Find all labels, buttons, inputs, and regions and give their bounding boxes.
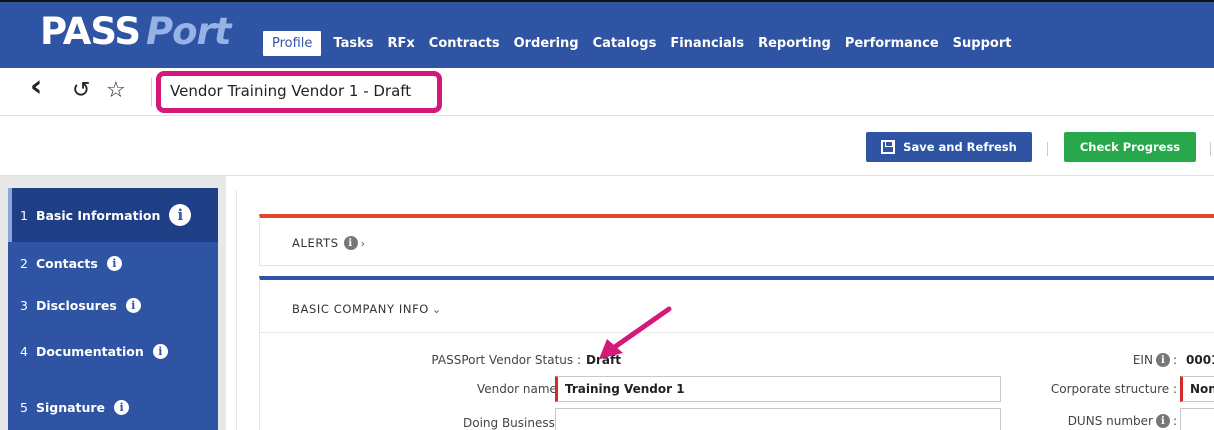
action-toolbar: Save and Refresh Check Progress [0, 116, 1214, 176]
check-progress-button[interactable]: Check Progress [1064, 132, 1196, 162]
logo-main: PASS [40, 10, 141, 53]
save-button-label: Save and Refresh [903, 140, 1017, 154]
basic-company-info-header[interactable]: BASIC COMPANY INFO ⌄ [292, 302, 442, 316]
info-icon[interactable]: i [125, 297, 141, 313]
basic-company-info-section: BASIC COMPANY INFO ⌄ PASSPort Vendor Sta… [259, 276, 1214, 430]
corporate-structure-label: Corporate structure : [1050, 382, 1177, 396]
step-documentation[interactable]: 4 Documentation i [8, 334, 218, 368]
annotation-arrow [599, 306, 672, 359]
vendor-status-label: PASSPort Vendor Status : [431, 353, 581, 367]
step-label: Basic Information [35, 207, 161, 223]
toolbar-divider [1047, 142, 1048, 156]
info-icon[interactable]: i [1155, 414, 1170, 428]
dba-field[interactable] [555, 408, 1001, 430]
duns-field[interactable] [1180, 408, 1214, 430]
nav-financials[interactable]: Financials [670, 36, 744, 51]
info-icon[interactable]: i [106, 255, 122, 271]
step-number: 5 [20, 399, 28, 415]
step-disclosures[interactable]: 3 Disclosures i [8, 288, 218, 322]
ein-label: EIN i: [1132, 353, 1177, 367]
alerts-header[interactable]: ALERTS i › [292, 236, 366, 250]
toolbar-divider [1210, 142, 1211, 156]
main-nav: Profile Tasks RFx Contracts Ordering Cat… [263, 28, 1025, 58]
nav-tasks[interactable]: Tasks [333, 36, 373, 51]
vendor-name-field[interactable]: Training Vendor 1 [555, 376, 1001, 402]
info-icon[interactable]: i [343, 236, 358, 250]
nav-rfx[interactable]: RFx [388, 36, 415, 51]
info-icon[interactable]: i [1155, 353, 1170, 367]
ein-label-text: EIN [1132, 353, 1153, 367]
corporate-structure-select[interactable]: Non [1180, 376, 1214, 402]
section-divider [260, 332, 1214, 333]
step-label: Contacts [35, 255, 98, 271]
info-icon[interactable]: i [152, 343, 168, 359]
ein-value: 0001( [1186, 353, 1214, 367]
info-icon[interactable]: i [114, 399, 130, 415]
title-bar: ‹ ↺ ☆ Vendor Training Vendor 1 - Draft [0, 68, 1214, 116]
step-signature[interactable]: 5 Signature i [8, 390, 218, 424]
title-highlight-annotation [156, 71, 442, 113]
alerts-title: ALERTS [292, 236, 339, 250]
step-label: Disclosures [35, 297, 117, 313]
basic-company-info-title: BASIC COMPANY INFO [292, 302, 429, 316]
main-content: ALERTS i › BASIC COMPANY INFO ⌄ PASSPort… [236, 190, 1214, 430]
step-number: 4 [20, 343, 28, 359]
step-contacts[interactable]: 2 Contacts i [8, 246, 218, 280]
step-basic-information[interactable]: 1 Basic Information i [8, 188, 218, 242]
step-navigation: 1 Basic Information i 2 Contacts i 3 Dis… [8, 188, 218, 430]
passport-logo[interactable]: PASS Port [40, 10, 231, 54]
history-icon[interactable]: ↺ [72, 78, 90, 104]
step-label: Documentation [35, 343, 144, 359]
nav-contracts[interactable]: Contracts [429, 36, 500, 51]
duns-label: DUNS number i: [1067, 414, 1177, 428]
nav-catalogs[interactable]: Catalogs [593, 36, 657, 51]
save-disk-icon [881, 140, 896, 154]
step-number: 2 [20, 255, 28, 271]
title-separator [151, 78, 152, 106]
duns-label-text: DUNS number [1067, 414, 1153, 428]
top-navigation-bar: PASS Port Profile Tasks RFx Contracts Ord… [0, 0, 1214, 68]
vendor-name-label-text: Vendor name [476, 382, 557, 396]
step-number: 3 [20, 297, 28, 313]
logo-accent: Port [146, 10, 231, 53]
left-panel: 1 Basic Information i 2 Contacts i 3 Dis… [0, 176, 226, 430]
favorite-star-icon[interactable]: ☆ [106, 78, 126, 104]
chevron-down-icon: ⌄ [431, 302, 442, 316]
nav-profile[interactable]: Profile [263, 30, 322, 56]
step-label: Signature [35, 399, 106, 415]
nav-support[interactable]: Support [953, 36, 1012, 51]
chevron-right-icon: › [360, 236, 366, 250]
info-icon[interactable]: i [169, 204, 192, 226]
check-button-label: Check Progress [1079, 140, 1181, 154]
alerts-section: ALERTS i › [259, 214, 1214, 266]
nav-performance[interactable]: Performance [845, 36, 939, 51]
nav-ordering[interactable]: Ordering [514, 36, 579, 51]
save-and-refresh-button[interactable]: Save and Refresh [866, 132, 1032, 162]
back-icon[interactable]: ‹ [30, 72, 42, 102]
nav-reporting[interactable]: Reporting [758, 36, 831, 51]
step-number: 1 [20, 207, 28, 223]
